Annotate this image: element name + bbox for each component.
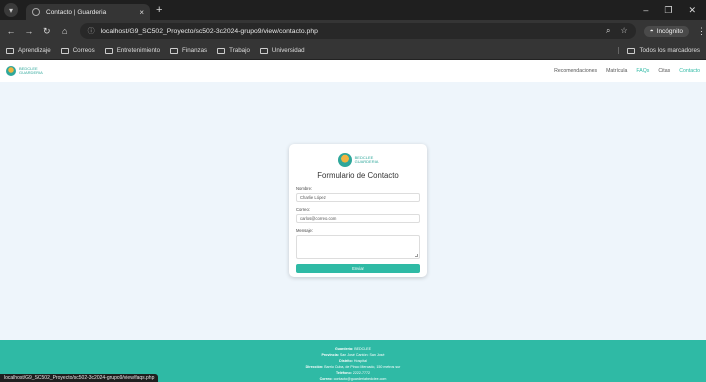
footer-value: 2222-7772 [352,371,371,375]
bookmark-label: Correos [72,47,95,54]
site-navbar: BEDCLEE GUARDERIA Recomendaciones Matrícu… [0,60,706,82]
site-menu: Recomendaciones Matrícula FAQs Citas Con… [554,68,700,74]
url-text: localhost/G9_SC502_Proyecto/sc502-3c2024… [100,27,318,35]
all-bookmarks[interactable]: Todos los marcadores [618,47,706,54]
browser-toolbar: ← → ↻ ⌂ ⓘ localhost/G9_SC502_Proyecto/sc… [0,20,706,42]
message-textarea[interactable] [296,235,420,259]
close-icon[interactable]: × [139,8,144,17]
tab-contacto[interactable]: Contacto | Guarderia × [26,4,150,20]
footer-value: contacto@guarderiabedclee.com [333,377,387,381]
site-logo[interactable]: BEDCLEE GUARDERIA [6,66,43,76]
nav-matricula[interactable]: Matrícula [606,68,627,74]
nav-contacto[interactable]: Contacto [679,68,700,74]
site-info-icon[interactable]: ⓘ [88,26,95,36]
all-bookmarks-label: Todos los marcadores [639,47,700,54]
bookmark-label: Trabajo [229,47,250,54]
nav-faqs[interactable]: FAQs [636,68,649,74]
footer-key: Provincia: [321,353,339,357]
bookmark-label: Aprendizaje [18,47,51,54]
status-bar-url: localhost/G9_SC502_Proyecto/sc502-3c2024… [0,374,159,382]
folder-icon [60,47,69,54]
bookmark-label: Universidad [271,47,305,54]
bookmark-folder[interactable]: Correos [60,47,95,54]
bookmark-folder[interactable]: Finanzas [170,47,207,54]
zoom-icon[interactable]: ⌕ [606,26,610,36]
reload-icon[interactable]: ↻ [40,26,54,37]
footer-key: Distrito: [339,359,353,363]
footer-value: Barrio Cuba, de Pinco Mercado, 150 metro… [324,365,401,369]
footer-value: BEDCLEE [354,347,371,351]
nav-citas[interactable]: Citas [658,68,670,74]
page-main: BEDCLEE GUARDERIA Formulario de Contacto … [0,82,706,340]
forward-icon[interactable]: → [22,26,36,36]
bookmark-label: Finanzas [182,47,208,54]
brand-subtitle: GUARDERIA [19,70,43,75]
bookmarks-bar: Aprendizaje Correos Entretenimiento Fina… [0,42,706,60]
window-controls: – ❐ ✕ [643,5,706,16]
nav-recomendaciones[interactable]: Recomendaciones [554,68,597,74]
contact-form-card: BEDCLEE GUARDERIA Formulario de Contacto … [289,144,427,277]
logo-icon [6,66,16,76]
bookmark-folder[interactable]: Aprendizaje [6,47,51,54]
form-title: Formulario de Contacto [317,171,399,180]
new-tab-button[interactable]: + [156,4,162,16]
browser-tabstrip: ▾ Contacto | Guarderia × + – ❐ ✕ [0,0,706,20]
bookmark-folder[interactable]: Entretenimiento [104,47,161,54]
menu-icon[interactable]: ⋮ [697,26,706,37]
restore-icon[interactable]: ❐ [664,5,672,16]
tab-search-icon[interactable]: ▾ [4,3,18,17]
minimize-icon[interactable]: – [643,5,648,16]
globe-icon [32,8,40,16]
incognito-label: Incógnito [656,27,684,35]
message-label: Mensaje: [296,228,313,233]
home-icon[interactable]: ⌂ [58,26,72,36]
incognito-icon: ◓ [649,27,654,35]
footer-value: Hospital [353,359,367,363]
resize-handle-icon[interactable] [415,254,418,257]
bookmark-label: Entretenimiento [116,47,161,54]
address-bar[interactable]: ⓘ localhost/G9_SC502_Proyecto/sc502-3c20… [79,23,636,39]
folder-icon [627,47,636,54]
brand-subtitle: GUARDERIA [354,159,379,164]
bookmark-folder[interactable]: Universidad [259,47,305,54]
email-label: Correo: [296,207,310,212]
footer-key: Teléfono: [335,371,352,375]
folder-icon [259,47,268,54]
email-field[interactable]: carlos@correo.com [296,214,420,223]
footer-key: Guardería: [335,347,354,351]
tab-title: Contacto | Guarderia [46,8,107,16]
footer-key: Correo: [319,377,333,381]
bookmark-folder[interactable]: Trabajo [217,47,250,54]
folder-icon [6,47,14,54]
folder-icon [104,47,113,54]
bookmark-star-icon[interactable]: ☆ [621,26,628,36]
footer-key: Dirección: [305,365,324,369]
footer-value: San José Cantón: San José [339,353,385,357]
logo-icon [337,153,352,167]
incognito-badge[interactable]: ◓ Incógnito [643,25,690,37]
form-logo: BEDCLEE GUARDERIA [296,153,420,167]
name-field[interactable]: Charlie López [296,193,420,202]
back-icon[interactable]: ← [4,26,18,36]
close-window-icon[interactable]: ✕ [688,5,696,16]
submit-button[interactable]: Enviar [296,264,420,273]
folder-icon [217,47,226,54]
name-label: Nombre: [296,186,313,191]
folder-icon [170,47,179,54]
